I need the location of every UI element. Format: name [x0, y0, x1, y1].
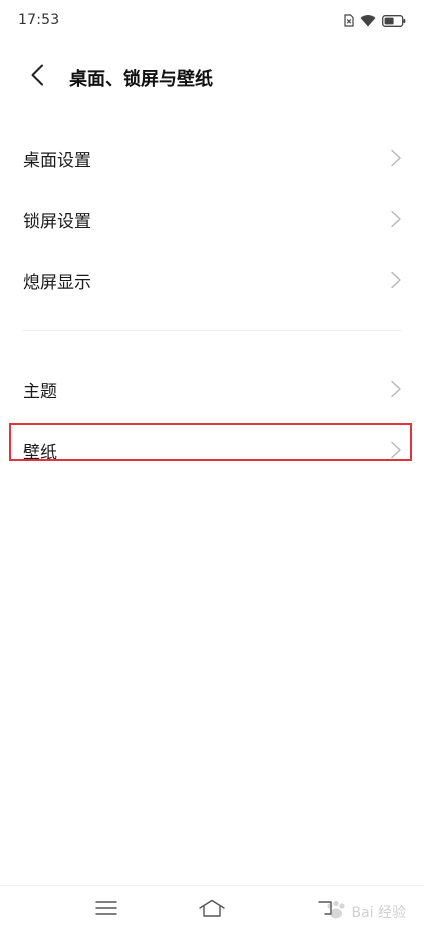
wifi-icon: [360, 12, 376, 31]
nav-menu-button[interactable]: [86, 896, 126, 924]
chevron-right-icon: [390, 271, 402, 289]
section-divider: [22, 330, 402, 331]
list-item-screen-off-display[interactable]: 熄屏显示: [0, 250, 424, 311]
list-item-label: 桌面设置: [23, 151, 91, 171]
status-time: 17:53: [18, 12, 60, 28]
sim-x-icon: [344, 12, 354, 31]
list-item-label: 壁纸: [23, 443, 57, 463]
page-header: 桌面、锁屏与壁纸: [0, 52, 424, 102]
list-item-theme[interactable]: 主题: [0, 359, 424, 420]
menu-icon: [95, 900, 117, 920]
status-icons: [344, 13, 406, 29]
chevron-right-icon: [390, 210, 402, 228]
watermark-text: Bai 经验: [351, 905, 406, 921]
page-title: 桌面、锁屏与壁纸: [69, 69, 213, 90]
list-item-label: 熄屏显示: [23, 273, 91, 293]
back-button[interactable]: [22, 62, 52, 92]
navigation-bar: Bai 经验: [0, 885, 424, 940]
list-item-wallpaper[interactable]: 壁纸: [0, 420, 424, 481]
settings-list: 桌面设置 锁屏设置 熄屏显示 主题 壁纸: [0, 128, 424, 481]
battery-icon: [382, 12, 406, 31]
nav-home-button[interactable]: [192, 896, 232, 924]
home-icon: [198, 899, 226, 921]
watermark: Bai 经验: [325, 900, 406, 924]
paw-logo-icon: [325, 900, 347, 924]
list-item-desktop-settings[interactable]: 桌面设置: [0, 128, 424, 189]
chevron-right-icon: [390, 380, 402, 398]
chevron-right-icon: [390, 441, 402, 459]
chevron-right-icon: [390, 149, 402, 167]
list-item-label: 锁屏设置: [23, 212, 91, 232]
status-bar: 17:53: [0, 0, 424, 44]
list-item-lockscreen-settings[interactable]: 锁屏设置: [0, 189, 424, 250]
list-item-label: 主题: [23, 382, 57, 402]
chevron-left-icon: [30, 64, 44, 90]
